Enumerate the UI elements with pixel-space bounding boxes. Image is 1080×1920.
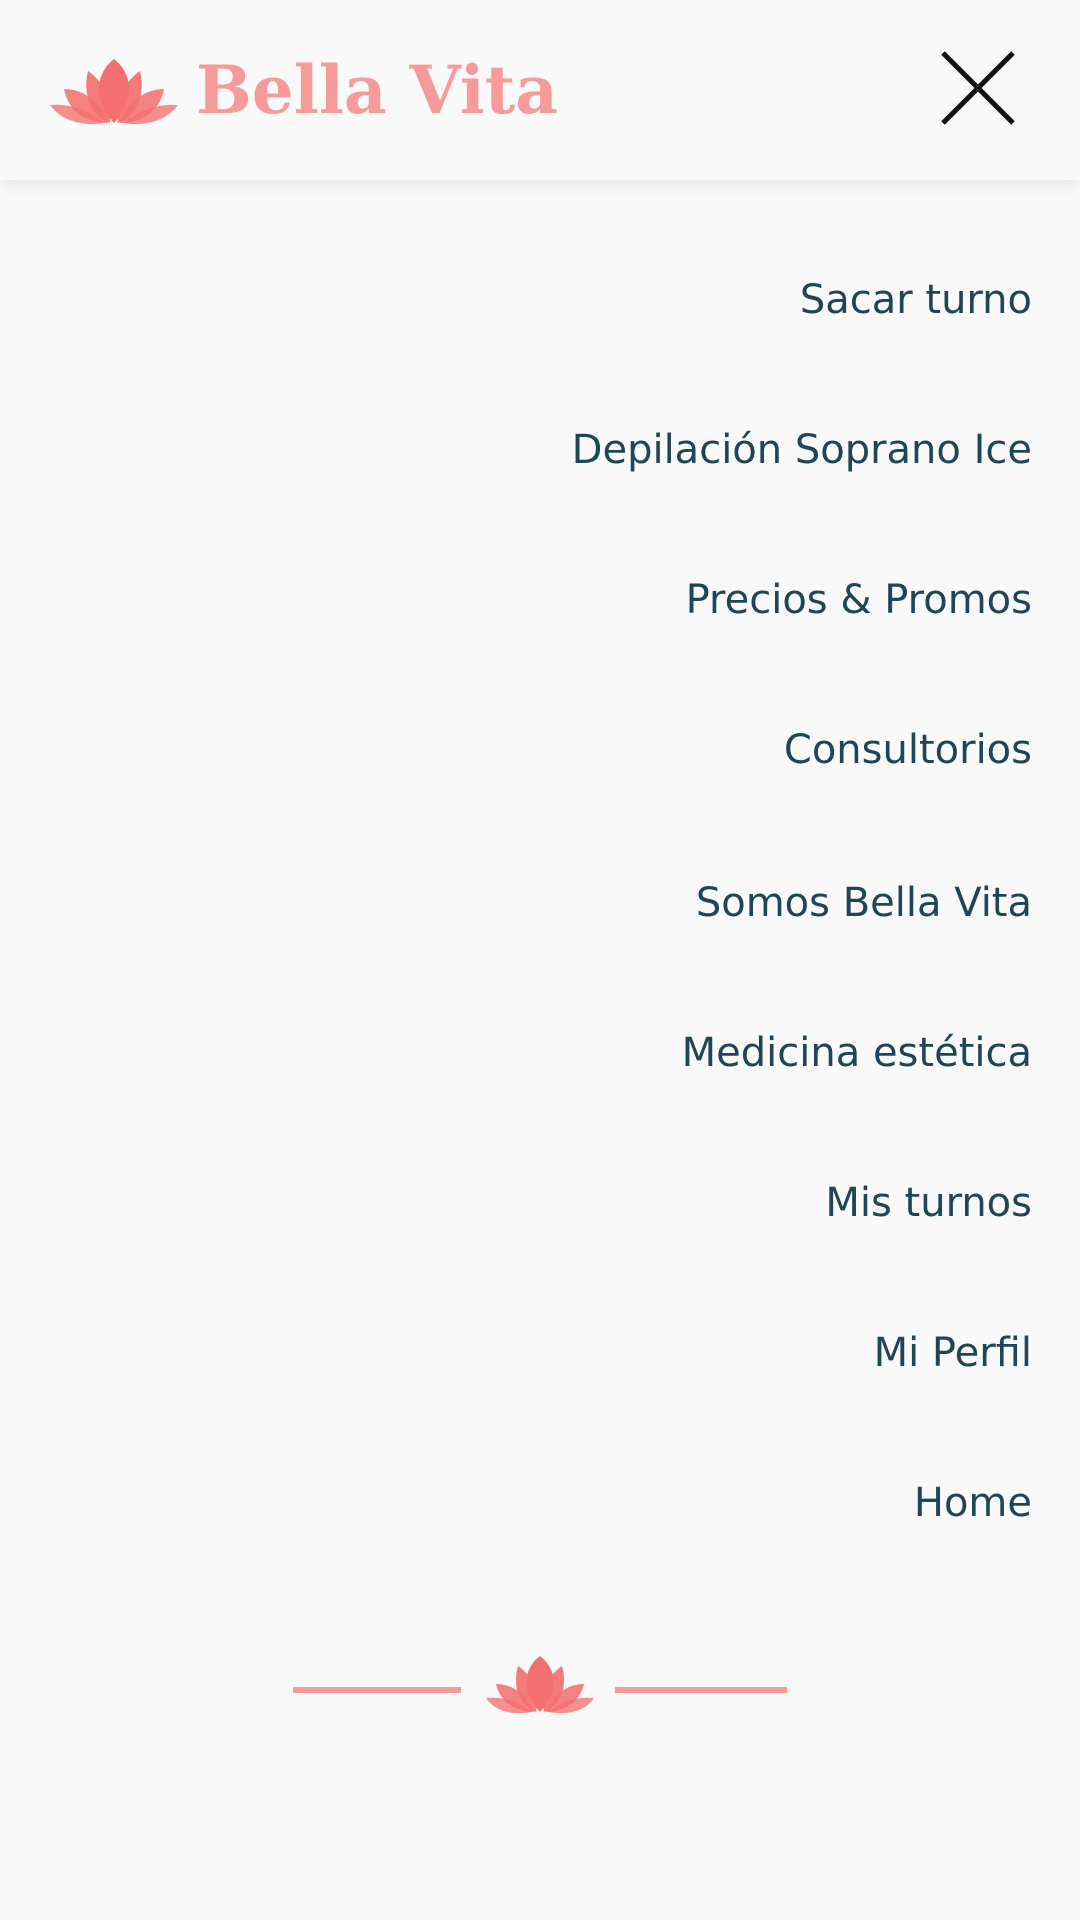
menu-item-precios-promos[interactable]: Precios & Promos	[686, 560, 1032, 640]
menu-screen: Bella Vita Sacar turno Depilación Sopran…	[0, 0, 1080, 1920]
menu-item-sacar-turno[interactable]: Sacar turno	[800, 260, 1032, 340]
top-bar: Bella Vita	[0, 0, 1080, 180]
lotus-icon	[486, 1656, 594, 1714]
brand-logo-link[interactable]: Bella Vita	[50, 52, 558, 128]
lotus-divider	[293, 1656, 787, 1714]
menu-item-somos-bella-vita[interactable]: Somos Bella Vita	[696, 863, 1032, 943]
close-icon[interactable]	[935, 45, 1021, 131]
menu-item-mi-perfil[interactable]: Mi Perfil	[874, 1313, 1032, 1393]
menu-item-consultorios[interactable]: Consultorios	[784, 710, 1032, 790]
lotus-icon	[50, 59, 178, 125]
brand-name: Bella Vita	[196, 51, 559, 129]
menu-item-depilacion-soprano-ice[interactable]: Depilación Soprano Ice	[572, 410, 1032, 490]
menu-item-mis-turnos[interactable]: Mis turnos	[825, 1163, 1032, 1243]
menu-item-medicina-estetica[interactable]: Medicina estética	[682, 1013, 1032, 1093]
menu-item-home[interactable]: Home	[914, 1463, 1032, 1543]
main-menu: Sacar turno Depilación Soprano Ice Preci…	[0, 180, 1080, 1600]
